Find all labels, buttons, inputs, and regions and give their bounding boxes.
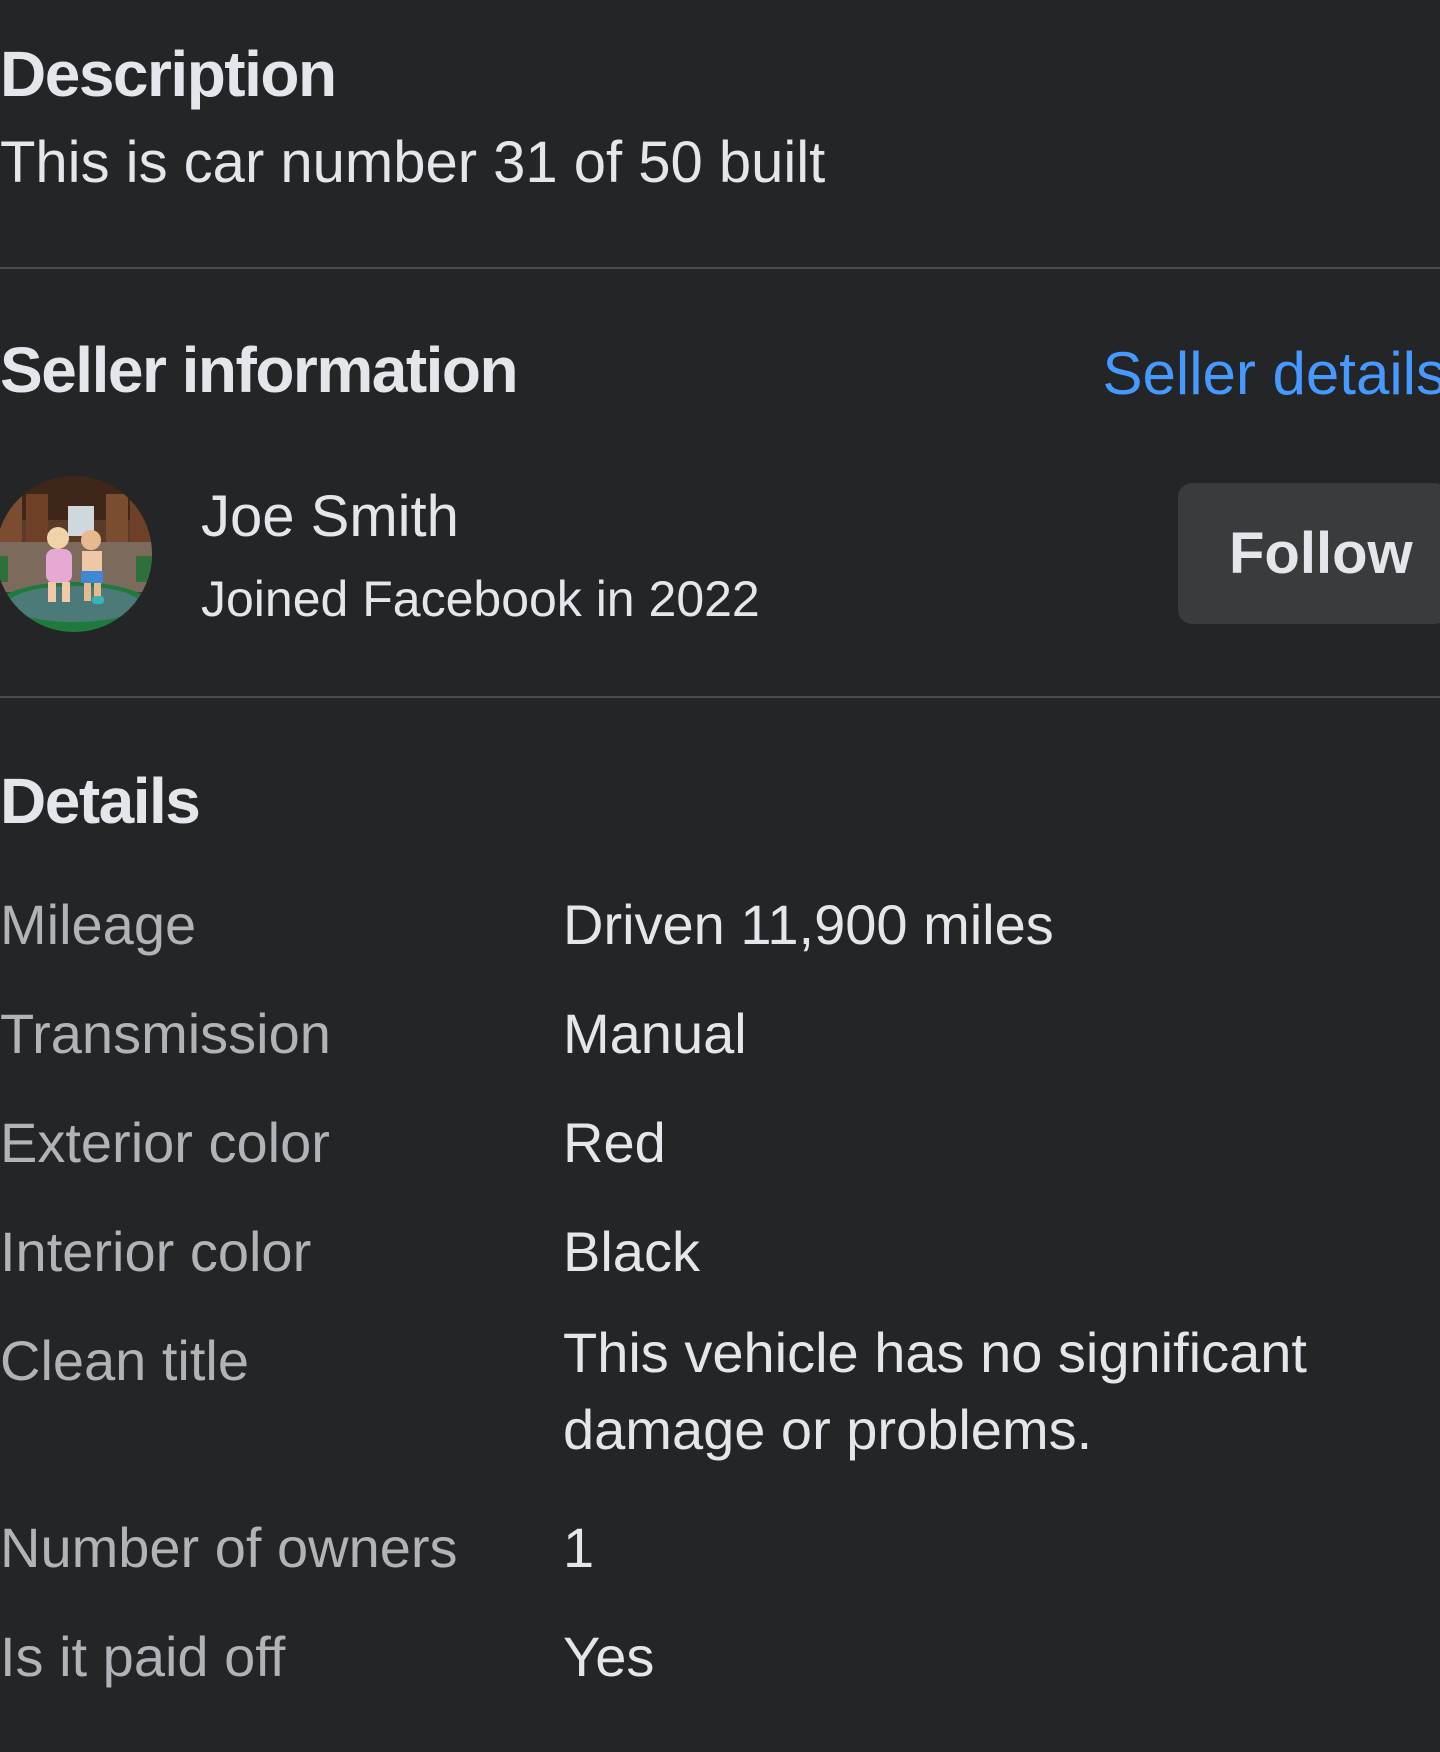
detail-label-transmission: Transmission — [0, 1002, 331, 1065]
detail-value-paid-off: Yes — [563, 1625, 655, 1688]
seller-joined-date: Joined Facebook in 2022 — [201, 571, 760, 627]
detail-label-paid-off: Is it paid off — [0, 1625, 286, 1688]
detail-label-number-of-owners: Number of owners — [0, 1516, 458, 1579]
description-text: This is car number 31 of 50 built — [0, 130, 826, 195]
avatar[interactable] — [0, 476, 152, 632]
listing-page: Description This is car number 31 of 50 … — [0, 0, 1440, 1752]
seller-info-heading: Seller information — [0, 334, 519, 406]
divider — [0, 696, 1440, 698]
detail-value-clean-title: This vehicle has no significant damage o… — [563, 1321, 1307, 1461]
detail-label-exterior-color: Exterior color — [0, 1111, 330, 1174]
divider — [0, 267, 1440, 269]
seller-details-link[interactable]: Seller details — [1102, 344, 1440, 404]
detail-label-mileage: Mileage — [0, 893, 197, 956]
detail-value-mileage: Driven 11,900 miles — [563, 893, 1054, 956]
details-heading: Details — [0, 765, 201, 837]
seller-name[interactable]: Joe Smith — [201, 488, 459, 546]
detail-value-transmission: Manual — [563, 1002, 747, 1065]
detail-label-interior-color: Interior color — [0, 1220, 312, 1283]
detail-label-clean-title: Clean title — [0, 1329, 250, 1392]
detail-value-interior-color: Black — [563, 1220, 700, 1283]
follow-button[interactable]: Follow — [1178, 483, 1440, 624]
detail-value-exterior-color: Red — [563, 1111, 666, 1174]
description-heading: Description — [0, 38, 337, 110]
detail-value-number-of-owners: 1 — [563, 1516, 595, 1579]
profile-photo — [0, 476, 152, 632]
